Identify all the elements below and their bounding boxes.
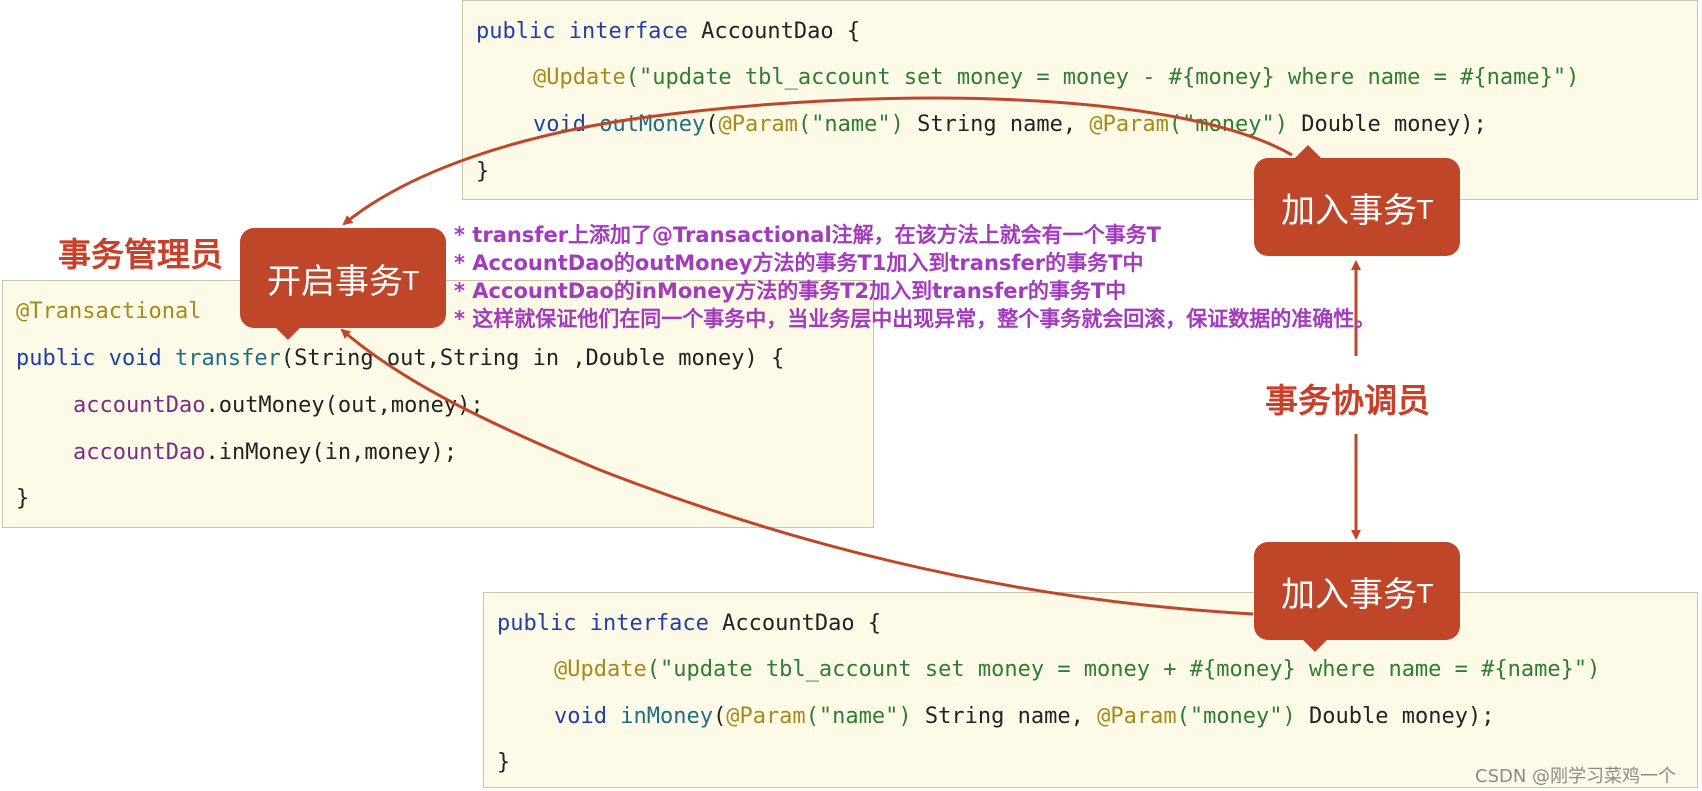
arrow-join-bottom-to-start: [340, 328, 1254, 616]
arrow-join-top-to-start: [342, 96, 1293, 226]
transaction-coordinator-label: 事务协调员: [1265, 381, 1430, 420]
join-top-bubble-tail: [1294, 145, 1322, 159]
start-bubble-tail: [274, 326, 302, 340]
note-line: * AccountDao的outMoney方法的事务T1加入到transfer的…: [454, 251, 1144, 275]
transaction-manager-label: 事务管理员: [58, 235, 223, 274]
join-bottom-bubble-tail: [1301, 638, 1329, 652]
join-transaction-bubble-top: 加入事务 T: [1254, 158, 1460, 256]
note-line: * 这样就保证他们在同一个事务中，当业务层中出现异常，整个事务就会回滚，保证数据…: [454, 307, 1376, 331]
note-line: * AccountDao的inMoney方法的事务T2加入到transfer的事…: [454, 279, 1127, 303]
flow-arrows: [340, 96, 1361, 616]
csdn-watermark: CSDN @刚学习菜鸡一个: [1475, 766, 1677, 787]
start-transaction-bubble: 开启事务 T: [240, 228, 446, 328]
join-transaction-bubble-bottom: 加入事务 T: [1254, 542, 1460, 640]
note-line: * transfer上添加了@Transactional注解，在该方法上就会有一…: [454, 223, 1161, 247]
